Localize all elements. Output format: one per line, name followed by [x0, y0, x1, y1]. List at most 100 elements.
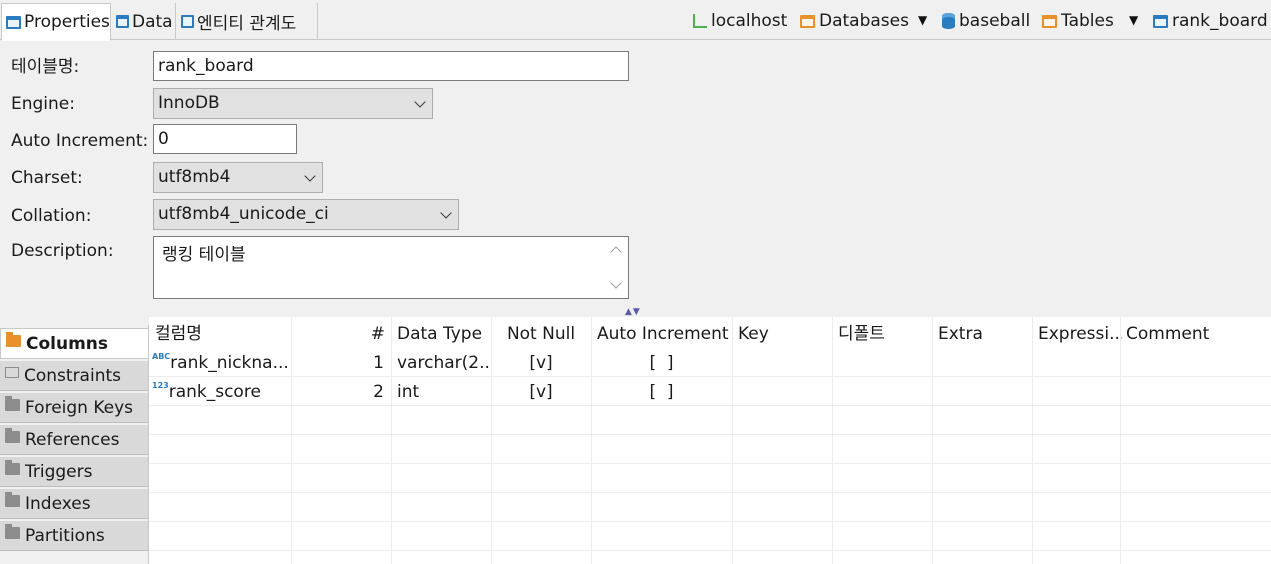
- grid-divider: [1120, 317, 1121, 564]
- sidebar-item-label: Columns: [26, 333, 109, 354]
- charset-select[interactable]: utf8mb4: [153, 162, 323, 193]
- diagram-icon: [181, 15, 194, 28]
- sidebar-item-label: Foreign Keys: [25, 397, 134, 418]
- tables-dropdown-icon[interactable]: ▼: [1129, 13, 1138, 27]
- column-header-expression[interactable]: Expressi...: [1038, 317, 1122, 348]
- charset-label: Charset:: [11, 168, 83, 188]
- column-header-not-null[interactable]: Not Null: [491, 317, 591, 348]
- database-icon: [942, 13, 955, 29]
- sidebar-item-references[interactable]: References: [0, 425, 148, 455]
- sidebar-item-partitions[interactable]: Partitions: [0, 521, 148, 551]
- engine-select-value: InnoDB: [158, 93, 220, 113]
- breadcrumb-schema[interactable]: baseball: [942, 10, 1030, 32]
- column-header-extra[interactable]: Extra: [938, 317, 1032, 348]
- grid-divider: [732, 317, 733, 564]
- grid-row-divider: [149, 434, 1271, 435]
- column-header-comment[interactable]: Comment: [1126, 317, 1266, 348]
- cell-not-null[interactable]: [v]: [491, 348, 591, 377]
- description-label: Description:: [11, 241, 114, 261]
- grid-row-divider: [149, 492, 1271, 493]
- folder-icon: [5, 491, 20, 507]
- column-header-data-type[interactable]: Data Type: [397, 317, 491, 348]
- auto-increment-label: Auto Increment:: [11, 131, 149, 151]
- column-header-number[interactable]: #: [291, 317, 391, 348]
- string-type-icon: ABC: [152, 352, 171, 361]
- cell-column-name-text: rank_score: [168, 382, 261, 402]
- breadcrumb-tables-label: Tables: [1061, 11, 1114, 31]
- grid-divider: [1032, 317, 1033, 564]
- cell-number[interactable]: 1: [291, 348, 391, 377]
- grid-divider: [832, 317, 833, 564]
- tab-properties-label: Properties: [24, 12, 110, 32]
- breadcrumb-schema-label: baseball: [959, 11, 1031, 31]
- grid-row-divider: [149, 463, 1271, 464]
- properties-sidebar: Columns Constraints Foreign Keys Referen…: [0, 325, 149, 564]
- engine-label: Engine:: [11, 94, 75, 114]
- databases-dropdown-icon[interactable]: ▼: [918, 13, 927, 27]
- grid-row-divider: [149, 521, 1271, 522]
- editor-tab-bar: Properties Data 엔티티 관계도 localhost Databa…: [0, 0, 1271, 41]
- sidebar-item-label: Indexes: [25, 493, 91, 514]
- folder-icon: [5, 459, 20, 475]
- folder-icon: [800, 14, 815, 28]
- cell-column-name[interactable]: ABCrank_nickna...: [152, 348, 288, 377]
- auto-increment-input[interactable]: [153, 124, 297, 154]
- panel-splitter-icon[interactable]: ▲▼: [625, 307, 641, 317]
- breadcrumb-host-label: localhost: [711, 11, 788, 31]
- scroll-down-icon[interactable]: [610, 277, 622, 289]
- sidebar-item-constraints[interactable]: Constraints: [0, 361, 148, 391]
- breadcrumb-table[interactable]: rank_board: [1153, 10, 1268, 32]
- breadcrumb-databases[interactable]: Databases: [800, 10, 909, 32]
- breadcrumb-databases-label: Databases: [819, 11, 909, 31]
- grid-row-divider: [149, 550, 1271, 551]
- cell-auto-increment[interactable]: [ ]: [591, 377, 732, 406]
- cell-column-name-text: rank_nickna...: [170, 353, 288, 373]
- cell-column-name[interactable]: 123rank_score: [152, 377, 288, 406]
- collation-select[interactable]: utf8mb4_unicode_ci: [153, 199, 459, 230]
- sidebar-item-label: Triggers: [25, 461, 93, 482]
- column-header-default[interactable]: 디폴트: [838, 317, 932, 348]
- tab-data[interactable]: Data: [112, 3, 176, 40]
- engine-select[interactable]: InnoDB: [153, 88, 433, 119]
- data-grid-icon: [116, 15, 129, 28]
- number-type-icon: 123: [152, 381, 169, 390]
- cell-data-type[interactable]: varchar(2...: [397, 348, 489, 377]
- cell-auto-increment[interactable]: [ ]: [591, 348, 732, 377]
- tab-er-diagram-label: 엔티티 관계도: [197, 14, 297, 34]
- breadcrumb-table-label: rank_board: [1172, 11, 1268, 31]
- grid-divider: [932, 317, 933, 564]
- collation-label: Collation:: [11, 206, 92, 226]
- charset-select-value: utf8mb4: [158, 167, 231, 187]
- chevron-down-icon: [440, 207, 452, 219]
- scroll-up-icon[interactable]: [610, 246, 622, 258]
- description-scrollbar[interactable]: [604, 237, 628, 298]
- sidebar-item-triggers[interactable]: Triggers: [0, 457, 148, 487]
- table-icon: [1153, 14, 1168, 28]
- breadcrumb-tables[interactable]: Tables: [1042, 10, 1114, 32]
- table-icon: [6, 15, 21, 29]
- sidebar-item-foreign-keys[interactable]: Foreign Keys: [0, 393, 148, 423]
- sidebar-item-columns[interactable]: Columns: [0, 328, 148, 359]
- columns-table: 컬럼명 # Data Type Not Null Auto Increment …: [149, 317, 1271, 564]
- sidebar-item-indexes[interactable]: Indexes: [0, 489, 148, 519]
- columns-folder-icon: [6, 331, 21, 347]
- column-header-key[interactable]: Key: [738, 317, 832, 348]
- chevron-down-icon: [414, 96, 426, 108]
- column-header-name[interactable]: 컬럼명: [155, 317, 291, 348]
- cell-not-null[interactable]: [v]: [491, 377, 591, 406]
- grid-divider: [391, 317, 392, 564]
- description-textarea[interactable]: 랭킹 테이블: [153, 236, 629, 299]
- tables-folder-icon: [1042, 14, 1057, 28]
- folder-icon: [5, 523, 20, 539]
- cell-data-type[interactable]: int: [397, 377, 489, 406]
- tab-er-diagram[interactable]: 엔티티 관계도: [177, 3, 318, 40]
- description-text: 랭킹 테이블: [162, 245, 246, 265]
- tab-properties[interactable]: Properties: [1, 3, 111, 41]
- table-name-input[interactable]: [153, 51, 629, 81]
- cell-number[interactable]: 2: [291, 377, 391, 406]
- column-header-auto-increment[interactable]: Auto Increment: [597, 317, 731, 348]
- sidebar-item-label: References: [25, 429, 120, 450]
- table-name-label: 테이블명:: [11, 57, 80, 77]
- sidebar-item-label: Constraints: [24, 365, 121, 386]
- breadcrumb-host[interactable]: localhost: [693, 10, 787, 32]
